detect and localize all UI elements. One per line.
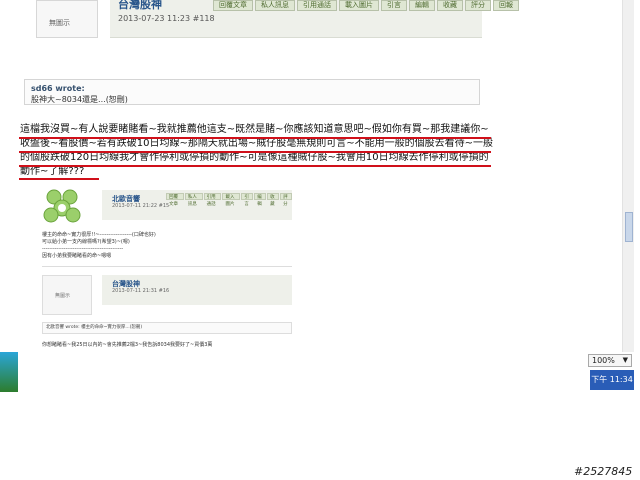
- edit-button[interactable]: 編輯: [409, 0, 435, 11]
- embedded-date: 2013-07-11 21:22 #15: [112, 203, 170, 209]
- message-line: 收盤後~看股價~若有跌破10日均線~那隔天就出場~賊仔股毫無規則可言~不能用一般…: [20, 138, 493, 149]
- post-date: 2013-07-23 11:23 #118: [118, 14, 215, 23]
- embedded-tool: 載入圖片: [222, 193, 241, 207]
- report-button[interactable]: 回報: [493, 0, 519, 11]
- post-toolbar: 回覆文章 私人訊息 引用通話 載入圖片 引言 編輯 收藏 評分 回報: [213, 0, 519, 11]
- red-underline: [19, 151, 491, 153]
- zoom-value: 100%: [592, 356, 615, 365]
- post-header: 台灣股神 2013-07-23 11:23 #118 回覆文章 私人訊息 引用通…: [110, 0, 519, 38]
- avatar-placeholder-text: 無圖示: [49, 19, 70, 27]
- avatar: 無圖示: [36, 0, 98, 38]
- flower-logo-icon: [43, 189, 81, 223]
- embedded-line: ----------------------------------------…: [42, 246, 124, 252]
- reply-button[interactable]: 回覆文章: [213, 0, 253, 11]
- quote-box: sd66 wrote: 股神大~8034還是...(恕刪): [24, 79, 480, 105]
- embedded-tool: 回覆文章: [166, 193, 184, 207]
- screenshot: 無圖示 台灣股神 2013-07-23 11:23 #118 回覆文章 私人訊息…: [0, 0, 640, 480]
- message-line: 的個股跌破120日均線我才會作停利或停損的動作~可是像這種賊仔股~我會用10日均…: [20, 152, 489, 163]
- embedded-tool: 評分: [280, 193, 292, 207]
- quote-text: 股神大~8034還是...(恕刪): [31, 95, 128, 104]
- chevron-down-icon: ▼: [622, 356, 628, 364]
- zoom-select[interactable]: 100% ▼: [588, 354, 632, 367]
- message-line: 動作~了解???: [20, 166, 85, 177]
- embedded-post-header: 北歐音響 2013-07-11 21:22 #15 回覆文章 私人訊息 引用通話…: [102, 190, 292, 220]
- favorite-button[interactable]: 收藏: [437, 0, 463, 11]
- embedded-tool: 引用通話: [203, 193, 222, 207]
- embedded-tool: 編輯: [254, 193, 267, 207]
- embedded-line: 可以給小弟一支內線標嗎?(希望3)~(嗯): [42, 239, 130, 245]
- browser-content: 無圖示 台灣股神 2013-07-23 11:23 #118 回覆文章 私人訊息…: [0, 0, 622, 352]
- rate-button[interactable]: 評分: [465, 0, 491, 11]
- quote-button[interactable]: 引言: [381, 0, 407, 11]
- embedded-message: 樓主的命命~實力很厚!!~------------------(口碑也好) 可以…: [42, 232, 242, 260]
- red-underline: [19, 137, 491, 139]
- quote-link-button[interactable]: 引用通話: [297, 0, 337, 11]
- embedded-date-2: 2013-07-11 21:31 #16: [112, 288, 170, 294]
- embedded-screenshot: 北歐音響 2013-07-11 21:22 #15 回覆文章 私人訊息 引用通話…: [22, 180, 292, 348]
- message-line: 這檔我沒買~有人說要睹賭看~我就推薦他這支~既然是賭~你應該知道意思吧~假如你有…: [20, 124, 489, 135]
- embedded-post-header-2: 台灣股神 2013-07-11 21:31 #16: [102, 275, 292, 305]
- taskbar-clock: 下午 11:34: [590, 370, 634, 390]
- embedded-footer-text: 你想睹睹看~我25日以內的~會先推薦2檔3~我告訴8034我要好了~買價3萬: [42, 342, 213, 348]
- vertical-scrollbar[interactable]: [622, 0, 634, 352]
- embedded-tool: 收藏: [267, 193, 280, 207]
- scrollbar-thumb[interactable]: [625, 212, 633, 242]
- embedded-avatar-text: 無圖示: [55, 293, 71, 299]
- watermark-text: #2527845: [574, 465, 633, 478]
- private-message-button[interactable]: 私人訊息: [255, 0, 295, 11]
- embedded-avatar: 無圖示: [42, 275, 92, 315]
- embedded-line: 樓主的命命~實力很厚!!~------------------(口碑也好): [42, 232, 156, 238]
- post-username[interactable]: 台灣股神: [118, 0, 162, 12]
- embedded-tool: 引言: [241, 193, 254, 207]
- embedded-toolbar: 回覆文章 私人訊息 引用通話 載入圖片 引言 編輯 收藏 評分: [166, 193, 292, 207]
- desktop-corner-icon: [0, 352, 18, 392]
- load-images-button[interactable]: 載入圖片: [339, 0, 379, 11]
- embedded-quote: 北歐音響 wrote: 樓主的命命~實力很厚...(恕刪): [42, 322, 292, 334]
- embedded-line: 因有小弟我要睹睹看的命~嗯嗯: [42, 253, 112, 259]
- embedded-divider: [42, 266, 292, 267]
- embedded-tool: 私人訊息: [184, 193, 203, 207]
- red-underline: [19, 165, 491, 167]
- quote-author: sd66 wrote:: [31, 84, 85, 93]
- status-bar: 100% ▼: [0, 352, 640, 392]
